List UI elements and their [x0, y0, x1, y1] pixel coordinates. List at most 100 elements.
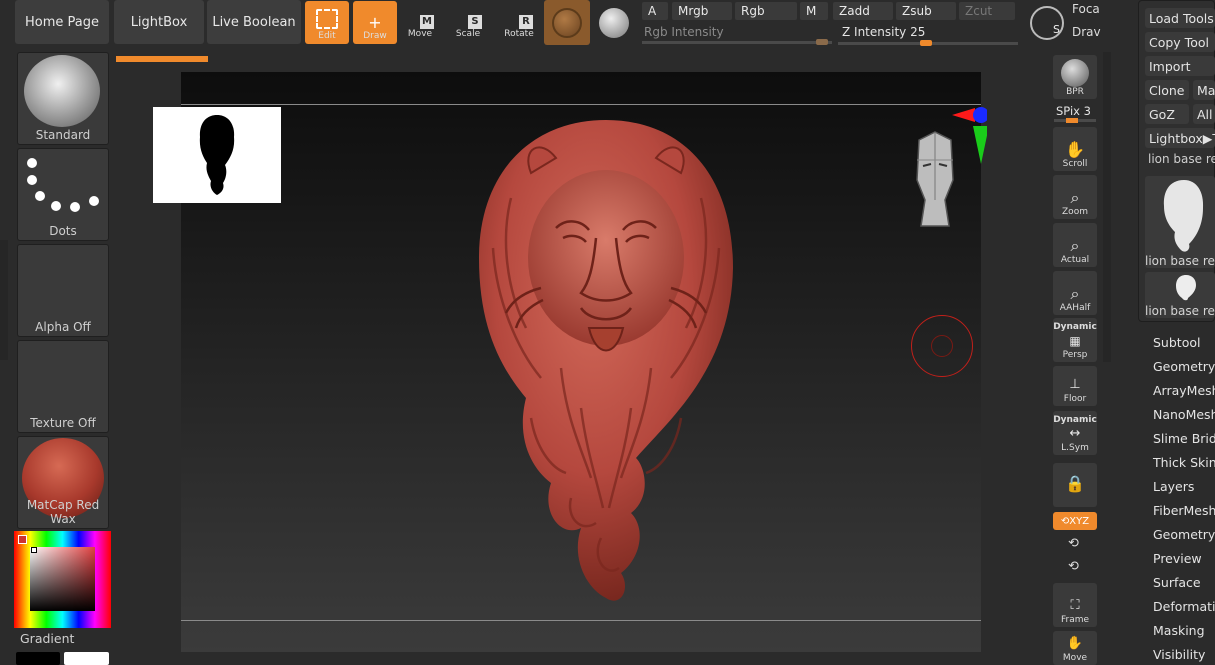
bpr-button[interactable]: BPR	[1053, 55, 1097, 99]
spix-handle[interactable]	[1066, 118, 1078, 123]
zoom-icon: ⌕	[1070, 188, 1080, 207]
menu-masking[interactable]: Masking	[1153, 623, 1205, 638]
scale-icon: S	[468, 15, 482, 29]
mrgb-toggle[interactable]: Mrgb	[672, 2, 732, 20]
axis-gizmo-icon[interactable]	[947, 102, 987, 166]
rgb-intensity-slider[interactable]: Rgb Intensity	[642, 25, 832, 45]
rgb-intensity-label: Rgb Intensity	[644, 25, 724, 39]
tool-thumbnail-large[interactable]: lion base reli	[1145, 176, 1215, 268]
rotate-y-icon[interactable]: ⟲	[1068, 536, 1079, 551]
a-toggle[interactable]: A	[642, 2, 668, 20]
actual-button[interactable]: ⌕ Actual	[1053, 223, 1097, 267]
xyz-toggle[interactable]: ⟲ XYZ	[1053, 512, 1097, 530]
texture-picker[interactable]: Texture Off	[17, 340, 109, 433]
lightbox-tools-button[interactable]: Lightbox▶T	[1145, 128, 1215, 148]
make-polymesh-button[interactable]: Ma	[1193, 80, 1215, 100]
material-swatch-button[interactable]	[544, 0, 590, 45]
lock-button[interactable]: 🔒	[1053, 463, 1097, 507]
spix-track	[1054, 118, 1096, 123]
panel-divider[interactable]	[1103, 52, 1111, 362]
zcut-toggle[interactable]: Zcut	[959, 2, 1015, 20]
scale-button[interactable]: S Scale	[448, 6, 488, 42]
z-intensity-handle[interactable]	[920, 40, 932, 46]
draw-size-slider[interactable]: Drav	[1072, 25, 1106, 43]
menu-fibermesh[interactable]: FiberMesh	[1153, 503, 1215, 518]
xyz-rotate-icon: ⟲	[1060, 515, 1070, 527]
menu-thick-skin[interactable]: Thick Skin	[1153, 455, 1215, 470]
lsym-button[interactable]: Dynamic ↔ L.Sym	[1053, 411, 1097, 455]
rgb-intensity-track	[642, 41, 832, 44]
import-button[interactable]: Import	[1145, 56, 1215, 76]
menu-layers[interactable]: Layers	[1153, 479, 1194, 494]
goz-all-button[interactable]: All	[1193, 104, 1215, 124]
menu-geometry[interactable]: Geometry	[1153, 359, 1215, 374]
zoom-button[interactable]: ⌕ Zoom	[1053, 175, 1097, 219]
lightbox-button[interactable]: LightBox	[114, 0, 204, 44]
floor-icon: ⊥	[1069, 377, 1081, 392]
edit-button[interactable]: Edit	[305, 1, 349, 44]
color-cursor[interactable]	[31, 547, 37, 553]
main-color-swatch[interactable]	[64, 652, 109, 665]
rgb-toggle[interactable]: Rgb	[735, 2, 797, 20]
zsub-toggle[interactable]: Zsub	[896, 2, 956, 20]
zadd-toggle[interactable]: Zadd	[833, 2, 893, 20]
copy-tool-button[interactable]: Copy Tool	[1145, 32, 1215, 52]
secondary-color-swatch[interactable]	[16, 652, 60, 665]
rotate-z-icon[interactable]: ⟲	[1068, 559, 1079, 574]
edit-label: Edit	[318, 31, 336, 41]
rotate-button[interactable]: R Rotate	[499, 6, 539, 42]
persp-button[interactable]: Dynamic ▦ Persp	[1053, 318, 1097, 362]
goz-button[interactable]: GoZ	[1145, 104, 1189, 124]
focal-shift-slider[interactable]: Foca	[1072, 2, 1106, 20]
scroll-button[interactable]: ✋ Scroll	[1053, 127, 1097, 171]
tool-thumbnail-small[interactable]: lion base reli	[1145, 272, 1215, 318]
lion-relief-model[interactable]	[471, 118, 741, 618]
material-picker[interactable]: MatCap Red Wax	[17, 436, 109, 529]
viewport-canvas[interactable]	[153, 72, 987, 652]
color-saturation-square[interactable]	[30, 547, 95, 611]
lsym-dynamic-label: Dynamic	[1053, 415, 1097, 425]
clone-button[interactable]: Clone	[1145, 80, 1189, 100]
menu-preview[interactable]: Preview	[1153, 551, 1202, 566]
tool-thumbnail-small-label: lion base reli	[1145, 304, 1215, 318]
home-page-button[interactable]: Home Page	[15, 0, 109, 44]
aahalf-button[interactable]: ⌕ AAHalf	[1053, 271, 1097, 315]
brush-picker[interactable]: Standard	[17, 52, 109, 145]
menu-visibility[interactable]: Visibility	[1153, 647, 1205, 662]
symmetry-icon: ↔	[1069, 426, 1081, 441]
menu-deformation[interactable]: Deformatio	[1153, 599, 1215, 614]
edit-icon	[316, 9, 338, 29]
canvas-top-guide	[181, 104, 981, 105]
brush-label: Standard	[35, 128, 91, 142]
menu-geometry-hd[interactable]: Geometry H	[1153, 527, 1215, 542]
rotate-icon: R	[519, 15, 533, 29]
menu-surface[interactable]: Surface	[1153, 575, 1201, 590]
draw-button[interactable]: + Draw	[353, 1, 397, 44]
live-boolean-button[interactable]: Live Boolean	[207, 0, 301, 44]
sculptris-pro-button[interactable]: S	[1030, 6, 1064, 40]
alpha-picker[interactable]: Alpha Off	[17, 244, 109, 337]
z-intensity-label: Z Intensity 25	[842, 25, 926, 39]
texture-label: Texture Off	[30, 416, 96, 430]
brush-sphere-button[interactable]	[596, 5, 632, 41]
move-button[interactable]: M Move	[400, 6, 440, 42]
m-toggle[interactable]: M	[800, 2, 828, 20]
color-swatch	[18, 535, 27, 544]
floor-button[interactable]: ⊥ Floor	[1053, 366, 1097, 406]
stroke-picker[interactable]: Dots	[17, 148, 109, 241]
move-view-button[interactable]: ✋ Move	[1053, 631, 1097, 665]
z-intensity-slider[interactable]: Z Intensity 25	[838, 25, 1018, 46]
spix-slider[interactable]: SPix 3	[1056, 104, 1096, 118]
menu-subtool[interactable]: Subtool	[1153, 335, 1200, 350]
color-picker[interactable]	[14, 531, 111, 628]
menu-nanomesh[interactable]: NanoMesh	[1153, 407, 1215, 422]
rgb-intensity-handle[interactable]	[816, 39, 828, 45]
aahalf-icon: ⌕	[1070, 284, 1080, 303]
load-tool-button[interactable]: Load Tools F	[1145, 8, 1215, 28]
menu-arraymesh[interactable]: ArrayMesh	[1153, 383, 1215, 398]
move-label: Move	[407, 29, 433, 39]
menu-slime-bridge[interactable]: Slime Bridg	[1153, 431, 1215, 446]
left-panel-divider[interactable]	[0, 240, 8, 360]
frame-button[interactable]: ⛶ Frame	[1053, 583, 1097, 627]
scale-label: Scale	[455, 29, 481, 39]
